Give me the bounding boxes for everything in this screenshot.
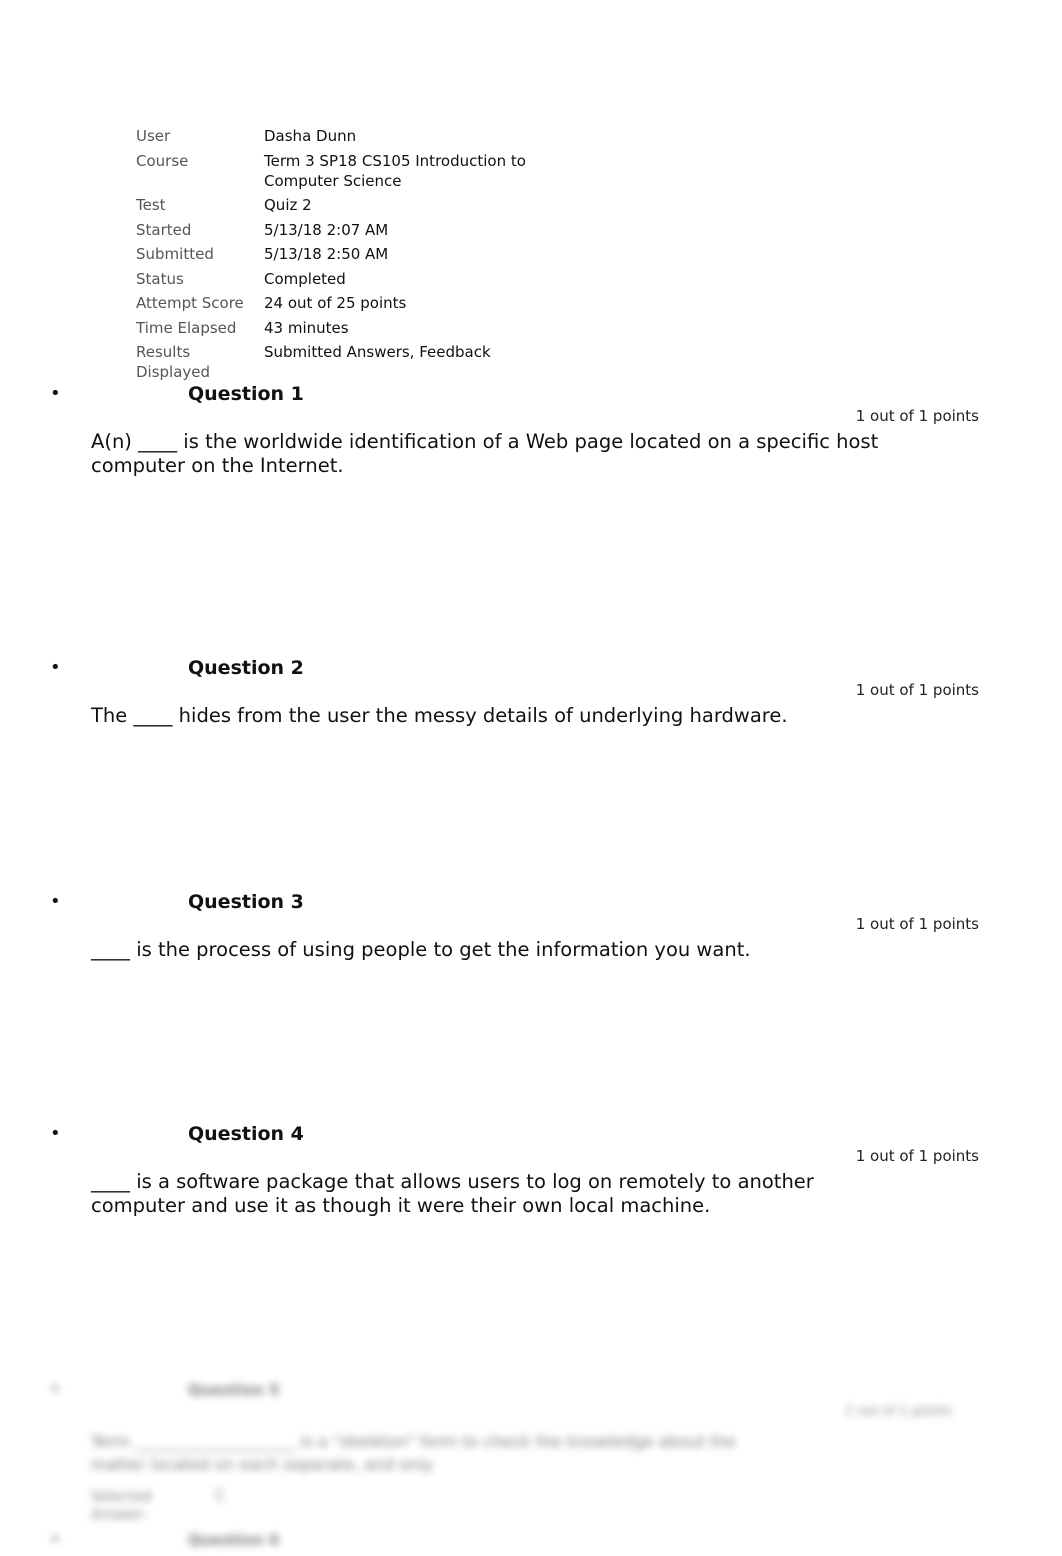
question-title: Question 3 [188,891,304,913]
question-points: 1 out of 1 points [855,915,979,933]
bullet-icon: • [50,1123,61,1144]
question-points: 1 out of 1 points [845,1404,952,1419]
info-value: 5/13/18 2:50 AM [264,245,389,263]
question-points: 1 out of 1 points [855,407,979,425]
info-row-user: User Dasha Dunn [136,126,564,146]
info-value: Dasha Dunn [264,127,357,145]
question-text: ____ is a software package that allows u… [91,1170,814,1217]
info-value: 43 minutes [264,318,349,337]
info-value: Quiz 2 [264,196,312,214]
info-row-status: Status Completed [136,269,564,289]
info-label: Started [136,220,192,239]
info-value: 24 out of 25 points [264,294,407,312]
question-text: A(n) ____ is the worldwide identificatio… [91,430,879,477]
info-label: Course [136,151,189,170]
answer-value: C [215,1488,225,1504]
info-label: Test [136,196,166,214]
info-row-results-displayed: Results Displayed Submitted Answers, Fee… [136,342,564,382]
question-title: Question 1 [188,383,304,405]
info-row-course: Course Term 3 SP18 CS105 Introduction to… [136,151,564,191]
info-label: Submitted [136,245,214,263]
info-label: Status [136,269,184,288]
question-text: ____ is the process of using people to g… [91,938,751,961]
info-label: Results Displayed [136,343,211,381]
question-text: The ____ hides from the user the messy d… [91,704,788,727]
question-title: Question 5 [188,1381,280,1399]
info-row-time-elapsed: Time Elapsed 43 minutes [136,318,564,338]
attempt-info-table: User Dasha Dunn Course Term 3 SP18 CS105… [136,126,564,382]
answer-label-line: Selected [91,1489,152,1505]
info-label: Attempt Score [136,294,244,312]
info-row-attempt-score: Attempt Score 24 out of 25 points [136,293,564,313]
info-label: Time Elapsed [136,318,237,337]
bullet-icon: • [50,1379,61,1400]
question-title: Question 6 [188,1531,280,1549]
question-text: Term ____________________ is a "skeleton… [91,1432,737,1474]
info-value: Term 3 SP18 CS105 Introduction to Comput… [264,151,526,190]
answer-label-line: Answer: [91,1507,148,1523]
info-row-submitted: Submitted 5/13/18 2:50 AM [136,244,564,264]
answer-label: Selected Answer: [91,1488,152,1524]
bullet-icon: • [50,657,61,678]
bullet-icon: • [50,383,61,404]
info-label: User [136,127,171,145]
info-row-started: Started 5/13/18 2:07 AM [136,220,564,240]
info-row-test: Test Quiz 2 [136,195,564,215]
info-value: 5/13/18 2:07 AM [264,220,389,239]
question-title: Question 2 [188,657,304,679]
info-value: Completed [264,269,346,288]
bullet-icon: • [50,891,61,912]
info-value: Submitted Answers, Feedback [264,343,491,361]
question-points: 1 out of 1 points [855,1147,979,1165]
question-points: 1 out of 1 points [855,681,979,699]
bullet-icon: • [50,1529,61,1550]
question-title: Question 4 [188,1123,304,1145]
